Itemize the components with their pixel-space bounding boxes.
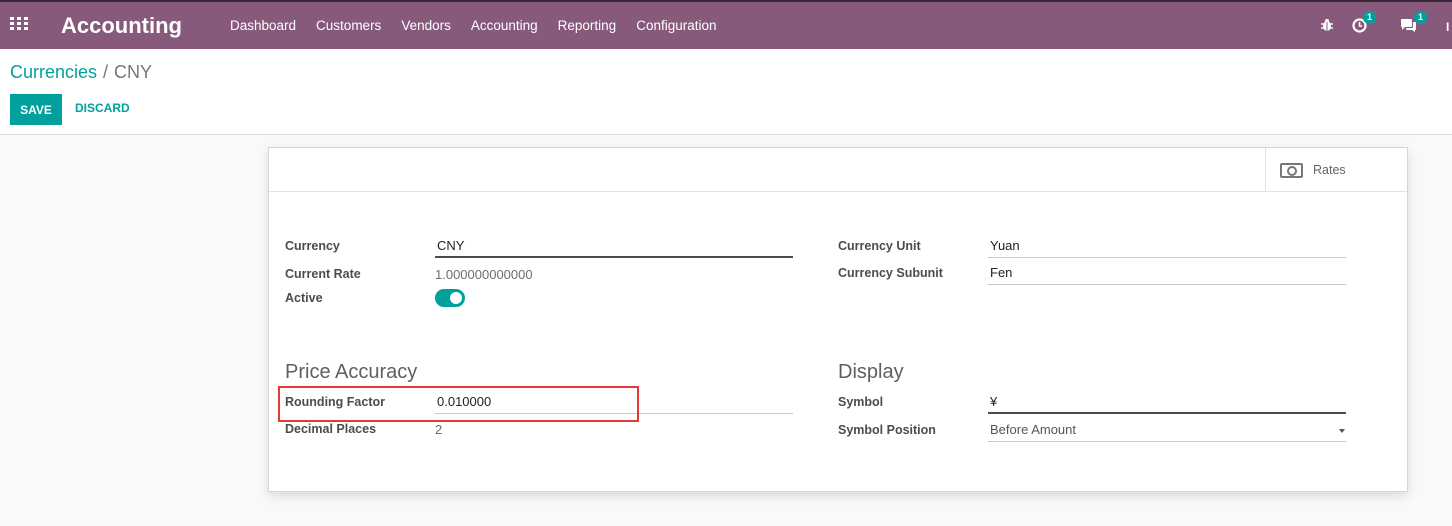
display-title: Display <box>838 361 904 383</box>
decimal-places-value: 2 <box>435 422 443 437</box>
currency-field[interactable]: CNY <box>435 234 793 258</box>
menu-dashboard[interactable]: Dashboard <box>230 18 296 33</box>
menu-configuration[interactable]: Configuration <box>636 18 716 33</box>
menu-customers[interactable]: Customers <box>316 18 381 33</box>
rates-label: Rates <box>1313 163 1346 177</box>
active-toggle[interactable] <box>435 289 465 307</box>
smart-button-box: Rates <box>269 148 1407 192</box>
user-menu-truncated[interactable]: I <box>1446 20 1449 34</box>
menu-accounting[interactable]: Accounting <box>471 18 538 33</box>
activities-button[interactable]: 1 <box>1352 11 1380 36</box>
currency-unit-field[interactable]: Yuan <box>988 234 1346 258</box>
top-navbar: Accounting Dashboard Customers Vendors A… <box>0 0 1452 49</box>
discard-button[interactable]: DISCARD <box>75 101 130 115</box>
main-menu: Dashboard Customers Vendors Accounting R… <box>230 18 737 33</box>
breadcrumb-currencies[interactable]: Currencies <box>10 62 97 82</box>
control-panel: Currencies / CNY SAVE DISCARD <box>0 49 1452 135</box>
symbol-field[interactable]: ¥ <box>988 390 1346 414</box>
chevron-down-icon <box>1339 429 1345 433</box>
current-rate-value: 1.000000000000 <box>435 267 533 282</box>
breadcrumb-current: CNY <box>114 62 153 82</box>
decimal-places-label: Decimal Places <box>285 422 377 436</box>
rounding-factor-highlight-box <box>278 386 639 422</box>
active-label: Active <box>285 291 323 305</box>
currency-subunit-field[interactable]: Fen <box>988 261 1346 285</box>
save-button[interactable]: SAVE <box>10 94 62 125</box>
symbol-position-select[interactable]: Before Amount <box>988 418 1346 442</box>
breadcrumb-separator: / <box>103 62 109 82</box>
messages-button[interactable]: 1 <box>1400 11 1430 36</box>
currency-label: Currency <box>285 239 340 253</box>
menu-vendors[interactable]: Vendors <box>401 18 451 33</box>
current-rate-label: Current Rate <box>285 267 361 281</box>
app-title: Accounting <box>61 13 182 38</box>
price-accuracy-title: Price Accuracy <box>285 361 418 383</box>
apps-menu-icon[interactable] <box>10 17 28 31</box>
currency-subunit-label: Currency Subunit <box>838 266 943 280</box>
money-icon <box>1280 162 1303 178</box>
symbol-position-label: Symbol Position <box>838 423 936 437</box>
messages-badge: 1 <box>1414 11 1428 24</box>
rates-button[interactable]: Rates <box>1265 148 1407 192</box>
activities-badge: 1 <box>1363 11 1377 24</box>
debug-icon[interactable] <box>1320 14 1334 36</box>
breadcrumb: Currencies / CNY <box>10 62 152 83</box>
menu-reporting[interactable]: Reporting <box>558 18 617 33</box>
currency-unit-label: Currency Unit <box>838 239 921 253</box>
symbol-label: Symbol <box>838 395 884 409</box>
